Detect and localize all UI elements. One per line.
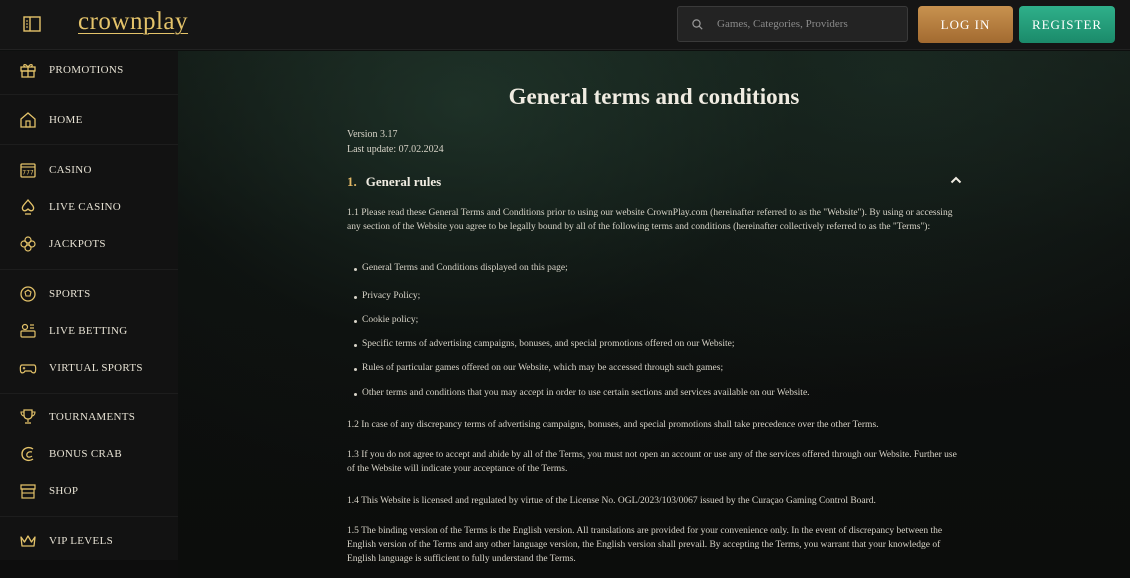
search-input[interactable]: [715, 17, 899, 31]
paragraph-1-1: 1.1 Please read these General Terms and …: [347, 208, 953, 232]
divider: [0, 269, 178, 270]
sidebar-item-shop[interactable]: SHOP: [0, 476, 178, 506]
sidebar-item-label: VIP LEVELS: [49, 535, 114, 547]
sidebar-item-label: TOURNAMENTS: [49, 411, 136, 423]
version-text: Version 3.17: [347, 129, 398, 140]
paragraph-1-5: 1.5 The binding version of the Terms is …: [347, 526, 943, 564]
clover-icon: [20, 236, 36, 252]
shop-icon: [20, 484, 36, 499]
sidebar-item-label: CASINO: [49, 164, 92, 176]
sidebar-item-label: HOME: [49, 114, 83, 126]
sidebar-item-casino[interactable]: 777 CASINO: [0, 155, 178, 185]
sidebar-item-live-casino[interactable]: LIVE CASINO: [0, 192, 178, 222]
list-item: Cookie policy;: [354, 315, 418, 325]
spade-icon: [21, 198, 35, 215]
divider: [0, 516, 178, 517]
list-item: Specific terms of advertising campaigns,…: [354, 339, 734, 349]
sidebar-item-live-betting[interactable]: LIVE BETTING: [0, 316, 178, 346]
chevron-up-icon[interactable]: [950, 176, 962, 184]
terms-content: General terms and conditions Version 3.1…: [178, 51, 1130, 578]
gift-icon: [20, 64, 36, 78]
sidebar-item-label: PROMOTIONS: [49, 64, 124, 76]
section-title: General rules: [365, 174, 442, 189]
register-button[interactable]: REGISTER: [1019, 6, 1115, 43]
live-betting-icon: [20, 323, 36, 338]
last-update-text: Last update: 07.02.2024: [347, 144, 444, 155]
sidebar-item-label: SHOP: [49, 485, 79, 497]
list-item: Privacy Policy;: [354, 291, 420, 301]
sidebar-item-label: LIVE CASINO: [49, 201, 122, 213]
sidebar-toggle-icon[interactable]: [23, 16, 41, 32]
slot-machine-icon: 777: [20, 163, 36, 178]
section-number: 1.: [347, 174, 357, 189]
sidebar: PROMOTIONS HOME 777 CASINO LIVE CASINO J…: [0, 51, 178, 560]
list-item-text: General Terms and Conditions displayed o…: [362, 263, 568, 273]
list-item: General Terms and Conditions displayed o…: [354, 263, 568, 273]
sidebar-item-sports[interactable]: SPORTS: [0, 279, 178, 309]
sidebar-item-bonus-crab[interactable]: BONUS CRAB: [0, 439, 178, 469]
svg-text:777: 777: [22, 170, 34, 177]
page-title: General terms and conditions: [508, 84, 800, 109]
sidebar-item-label: JACKPOTS: [49, 238, 106, 250]
list-item-text: Cookie policy;: [362, 315, 419, 325]
sidebar-item-label: SPORTS: [49, 288, 91, 300]
crownplay-logo[interactable]: crownplay: [78, 8, 188, 36]
divider: [0, 144, 178, 145]
list-item-text: Privacy Policy;: [362, 291, 421, 301]
sidebar-item-virtual-sports[interactable]: VIRTUAL SPORTS: [0, 353, 178, 383]
search-icon: [692, 18, 703, 30]
gamepad-icon: [19, 364, 37, 374]
divider: [0, 393, 178, 394]
list-item-text: Specific terms of advertising campaigns,…: [362, 339, 735, 349]
crown-icon: [20, 535, 36, 547]
sidebar-footer: [0, 560, 178, 578]
sidebar-item-tournaments[interactable]: TOURNAMENTS: [0, 402, 178, 432]
search-box[interactable]: [677, 6, 908, 42]
divider: [0, 94, 178, 95]
sidebar-item-jackpots[interactable]: JACKPOTS: [0, 229, 178, 259]
paragraph-1-3: 1.3 If you do not agree to accept and ab…: [347, 450, 957, 474]
paragraph-1-2: 1.2 In case of any discrepancy terms of …: [347, 420, 879, 430]
trophy-icon: [20, 409, 36, 424]
bonus-crab-icon: [21, 446, 34, 462]
sidebar-item-label: BONUS CRAB: [49, 448, 122, 460]
login-button[interactable]: LOG IN: [918, 6, 1013, 43]
paragraph-1-4: 1.4 This Website is licensed and regulat…: [347, 496, 876, 506]
sidebar-item-label: LIVE BETTING: [49, 325, 128, 337]
sidebar-item-promotions[interactable]: PROMOTIONS: [0, 55, 178, 85]
home-icon: [20, 112, 36, 128]
list-item: Rules of particular games offered on our…: [354, 363, 723, 373]
sidebar-item-vip-levels[interactable]: VIP LEVELS: [0, 526, 178, 556]
list-item-text: Rules of particular games offered on our…: [362, 363, 724, 373]
list-item: Other terms and conditions that you may …: [354, 388, 810, 398]
section-header-general-rules[interactable]: 1. General rules: [347, 173, 962, 191]
sidebar-item-label: VIRTUAL SPORTS: [49, 362, 143, 374]
sidebar-item-home[interactable]: HOME: [0, 105, 178, 135]
top-header: crownplay LOG IN REGISTER: [0, 0, 1130, 50]
ball-icon: [20, 286, 36, 302]
list-item-text: Other terms and conditions that you may …: [362, 388, 810, 398]
